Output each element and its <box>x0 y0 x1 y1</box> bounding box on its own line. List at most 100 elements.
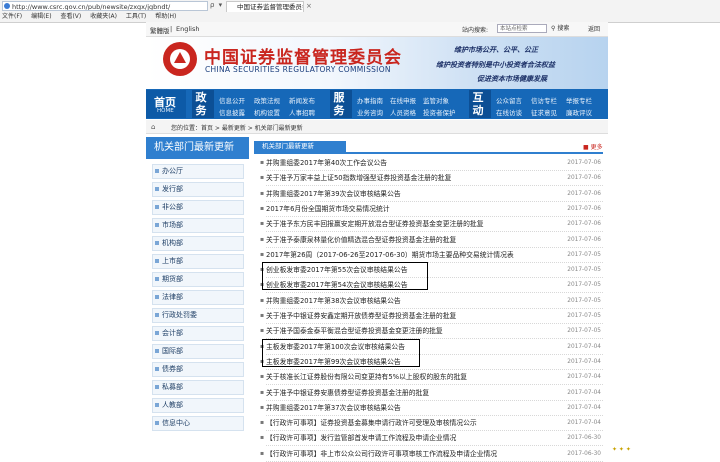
nav-item-report[interactable]: 举报专栏 <box>566 95 592 105</box>
news-row[interactable]: ▪ 关于准予万家丰益上证50指数增强型证券投资基金注册的批复 2017-07-06 <box>260 171 603 187</box>
nav-item-online-filing[interactable]: 在线申报 <box>390 95 416 105</box>
menu-tools[interactable]: 工具(T) <box>126 13 146 20</box>
sidebar-item[interactable]: 发行部 <box>152 182 244 197</box>
menu-edit[interactable]: 编辑(E) <box>31 13 51 20</box>
search-button[interactable]: ⚲ 搜索 <box>551 24 583 33</box>
news-row[interactable]: ▪ 2017年第26周（2017-06-26至2017-06-30）期货市场主要品… <box>260 248 603 263</box>
sidebar-bullet-icon <box>155 421 159 425</box>
nav-group-government: 政务 <box>192 90 214 118</box>
news-date: 2017-07-06 <box>567 221 601 228</box>
news-title[interactable]: 并购重组委2017年第38次会议审核结果公告 <box>266 297 401 305</box>
home-icon: ⌂ <box>151 123 156 131</box>
news-date: 2017-07-05 <box>567 282 601 289</box>
news-row[interactable]: ▪ 并购重组委2017年第40次工作会议公告 2017-07-06 <box>260 156 603 171</box>
sidebar-item[interactable]: 市场部 <box>152 218 244 233</box>
sidebar-item[interactable]: 私募部 <box>152 380 244 395</box>
nav-item-policy[interactable]: 政策法规 <box>254 95 280 105</box>
news-title[interactable]: 关于核准长江证券股份有限公司变更持有5%以上股权的股东的批复 <box>266 373 467 381</box>
sidebar-item[interactable]: 行政处罚委 <box>152 308 244 323</box>
highlight-box-main-board <box>262 339 420 367</box>
sidebar-item[interactable]: 上市部 <box>152 254 244 269</box>
browser-menubar: 文件(F) 编辑(E) 查看(V) 收藏夹(A) 工具(T) 帮助(H) <box>2 12 183 21</box>
sidebar-item[interactable]: 法律部 <box>152 290 244 305</box>
news-title[interactable]: 关于准予中银证券安鑫定期开放债券型证券投资基金注册的批复 <box>266 312 456 320</box>
sidebar-item[interactable]: 债券部 <box>152 362 244 377</box>
browser-tab[interactable]: 中国证券监督管理委员会 <box>226 1 304 12</box>
lang-english-link[interactable]: English <box>176 25 199 33</box>
nav-item-disclosure[interactable]: 信息披露 <box>219 107 245 117</box>
sidebar-item[interactable]: 国际部 <box>152 344 244 359</box>
news-title[interactable]: 【行政许可事项】非上市公众公司行政许可事项审核工作流程及申请企业情况 <box>266 450 497 458</box>
tab-close-icon[interactable]: × <box>306 2 312 10</box>
news-row[interactable]: ▪ 2017年6月份全国期货市场交易情况统计 2017-07-06 <box>260 202 603 217</box>
news-title[interactable]: 【行政许可事项】发行监管部首发申请工作流程及申请企业情况 <box>266 434 456 442</box>
news-row[interactable]: ▪ 并购重组委2017年第37次会议审核结果公告 2017-07-04 <box>260 401 603 416</box>
nav-item-organization[interactable]: 机构设置 <box>254 107 280 117</box>
bullet-icon: ▪ <box>260 312 265 319</box>
menu-favorites[interactable]: 收藏夹(A) <box>90 13 117 20</box>
news-row[interactable]: ▪ 并购重组委2017年第38次会议审核结果公告 2017-07-05 <box>260 294 603 309</box>
news-row[interactable]: ▪ 关于准予中银证券安鑫定期开放债券型证券投资基金注册的批复 2017-07-05 <box>260 309 603 324</box>
news-title[interactable]: 关于准予泰康泉林量化价值精选混合型证券投资基金注册的批复 <box>266 236 456 244</box>
nav-item-recruitment[interactable]: 人事招聘 <box>289 107 315 117</box>
news-title[interactable]: 2017年第26周（2017-06-26至2017-06-30）期货市场主要品种… <box>266 251 514 259</box>
site-title-en: CHINA SECURITIES REGULATORY COMMISSION <box>205 65 391 74</box>
news-row[interactable]: ▪ 关于准予东方民丰回报赢安定期开放混合型证券投资基金变更注册的批复 2017-07… <box>260 217 603 233</box>
menu-help[interactable]: 帮助(H) <box>155 13 176 20</box>
news-date: 2017-06-30 <box>567 435 601 442</box>
news-title[interactable]: 关于准予万家丰益上证50指数增强型证券投资基金注册的批复 <box>266 174 451 182</box>
search-input[interactable]: 本站点检索 <box>497 24 547 33</box>
back-link[interactable]: 返回 <box>588 24 600 33</box>
sidebar-item-label: 行政处罚委 <box>162 311 197 319</box>
nav-item-interview[interactable]: 在线访谈 <box>496 107 522 117</box>
nav-item-qualification[interactable]: 人员资格 <box>390 107 416 117</box>
nav-home-button[interactable]: 首页 HOME <box>146 90 186 118</box>
nav-item-integrity[interactable]: 廉政评议 <box>566 107 592 117</box>
lang-traditional-link[interactable]: 繁體版 <box>150 25 170 35</box>
news-row[interactable]: ▪ 关于准予泰康泉林量化价值精选混合型证券投资基金注册的批复 2017-07-06 <box>260 233 603 248</box>
news-row[interactable]: ▪ 关于准予中银证券安惠债券型证券投资基金注册的批复 2017-07-04 <box>260 386 603 401</box>
nav-item-news[interactable]: 新闻发布 <box>289 95 315 105</box>
bullet-icon: ▪ <box>260 159 265 166</box>
nav-item-messages[interactable]: 公众留言 <box>496 95 522 105</box>
news-title[interactable]: 关于准予国泰金泰平衡混合型证券投资基金变更注册的批复 <box>266 327 443 335</box>
news-title[interactable]: 并购重组委2017年第39次会议审核结果公告 <box>266 190 401 198</box>
news-title[interactable]: 并购重组委2017年第40次工作会议公告 <box>266 159 387 167</box>
news-date: 2017-07-04 <box>567 420 601 427</box>
news-title[interactable]: 关于准予东方民丰回报赢安定期开放混合型证券投资基金变更注册的批复 <box>266 220 484 228</box>
sidebar-item[interactable]: 信息中心 <box>152 416 244 431</box>
news-title[interactable]: 并购重组委2017年第37次会议审核结果公告 <box>266 404 401 412</box>
sidebar-item[interactable]: 会计部 <box>152 326 244 341</box>
news-title[interactable]: 关于准予中银证券安惠债券型证券投资基金注册的批复 <box>266 389 429 397</box>
nav-item-petition[interactable]: 信访专栏 <box>531 95 557 105</box>
more-link[interactable]: ■ 更多 <box>583 142 603 151</box>
nav-item-info-public[interactable]: 信息公开 <box>219 95 245 105</box>
sidebar-item[interactable]: 非公部 <box>152 200 244 215</box>
sidebar-item[interactable]: 办公厅 <box>152 164 244 179</box>
address-bar[interactable]: http://www.csrc.gov.cn/pub/newsite/zxgx/… <box>2 1 208 11</box>
nav-item-investor-protection[interactable]: 投资者保护 <box>423 107 456 117</box>
news-row[interactable]: ▪ 关于准予国泰金泰平衡混合型证券投资基金变更注册的批复 2017-07-05 <box>260 324 603 340</box>
nav-item-comments[interactable]: 征求意见 <box>531 107 557 117</box>
menu-file[interactable]: 文件(F) <box>2 13 22 20</box>
news-title[interactable]: 【行政许可事项】证券投资基金募集申请行政许可受理及审核情况公示 <box>266 419 477 427</box>
sidebar-item[interactable]: 人教部 <box>152 398 244 413</box>
bullet-icon: ▪ <box>260 250 265 258</box>
news-title[interactable]: 2017年6月份全国期货市场交易情况统计 <box>266 205 390 213</box>
nav-item-supervised[interactable]: 监管对象 <box>423 95 449 105</box>
menu-view[interactable]: 查看(V) <box>60 13 81 20</box>
nav-home-sublabel: HOME <box>157 108 174 114</box>
nav-item-guide[interactable]: 办事指南 <box>357 95 383 105</box>
news-date: 2017-07-04 <box>567 374 601 381</box>
news-row[interactable]: ▪ 【行政许可事项】非上市公众公司行政许可事项审核工作流程及申请企业情况 2017-… <box>260 447 603 462</box>
search-button-label: 搜索 <box>557 25 570 32</box>
sidebar-item[interactable]: 机构部 <box>152 236 244 251</box>
sidebar-item[interactable]: 期货部 <box>152 272 244 287</box>
news-row[interactable]: ▪ 并购重组委2017年第39次会议审核结果公告 2017-07-06 <box>260 187 603 202</box>
news-row[interactable]: ▪ 【行政许可事项】发行监管部首发申请工作流程及申请企业情况 2017-06-30 <box>260 431 603 447</box>
nav-item-consult[interactable]: 业务咨询 <box>357 107 383 117</box>
news-row[interactable]: ▪ 【行政许可事项】证券投资基金募集申请行政许可受理及审核情况公示 2017-07-… <box>260 416 603 432</box>
news-row[interactable]: ▪ 关于核准长江证券股份有限公司变更持有5%以上股权的股东的批复 2017-07-0… <box>260 370 603 386</box>
breadcrumb-text[interactable]: 您的位置：首页 > 最新更新 > 机关部门最新更新 <box>171 123 303 132</box>
sidebar-bullet-icon <box>155 277 159 281</box>
